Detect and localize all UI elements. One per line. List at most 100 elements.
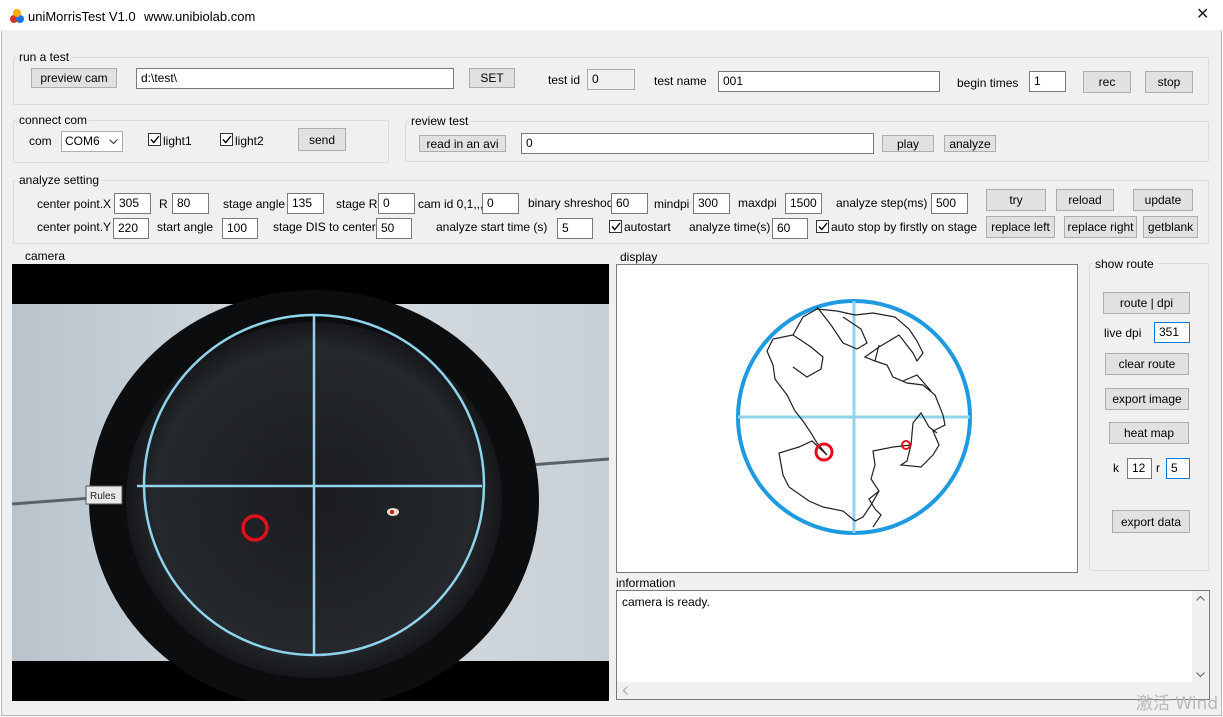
preview-cam-button[interactable]: preview cam [31, 68, 117, 88]
display-label: display [620, 250, 658, 264]
information-label: information [616, 576, 676, 590]
horizontal-scrollbar[interactable] [617, 682, 1209, 699]
scroll-down-icon[interactable] [1196, 672, 1205, 678]
reload-button[interactable]: reload [1056, 189, 1114, 211]
r-input[interactable]: 80 [172, 193, 209, 214]
heat-map-button[interactable]: heat map [1109, 422, 1189, 444]
r-route-label: r [1156, 461, 1160, 475]
r-route-input[interactable]: 5 [1166, 458, 1190, 479]
camera-frame: Rules [12, 290, 609, 701]
scroll-up-icon[interactable] [1196, 595, 1205, 601]
auto-stop-label: auto stop by firstly on stage [831, 220, 978, 234]
path-input[interactable]: d:\test\ [136, 68, 454, 89]
com-select[interactable]: COM6 [61, 131, 123, 152]
connect-com-group-label: connect com [17, 113, 90, 127]
set-button[interactable]: SET [469, 68, 515, 88]
information-text: camera is ready. [622, 595, 710, 609]
center-x-label: center point.X [37, 197, 112, 211]
analyze-time-label: analyze time(s) [689, 220, 771, 234]
center-y-label: center point.Y [37, 220, 112, 234]
information-box[interactable]: camera is ready. [616, 590, 1210, 700]
activation-watermark: 激活 Wind [1136, 694, 1219, 714]
light2-checkbox[interactable] [220, 133, 233, 146]
check-icon [221, 135, 232, 144]
analyze-step-input[interactable]: 500 [931, 193, 968, 214]
stage-angle-input[interactable]: 135 [287, 193, 324, 214]
light1-label: light1 [163, 134, 192, 148]
show-route-group-label: show route [1093, 257, 1156, 271]
avi-path-input[interactable]: 0 [521, 133, 874, 154]
start-angle-label: start angle [157, 220, 214, 234]
analyze-button[interactable]: analyze [944, 135, 996, 152]
test-name-label: test name [654, 74, 707, 88]
vertical-scrollbar[interactable] [1192, 591, 1209, 682]
stage-angle-label: stage angle [223, 197, 286, 211]
begin-times-input[interactable]: 1 [1029, 71, 1066, 92]
try-button[interactable]: try [986, 189, 1046, 211]
stage-dis-input[interactable]: 50 [376, 218, 412, 239]
com-select-value: COM6 [65, 134, 100, 148]
k-input[interactable]: 12 [1127, 458, 1152, 479]
send-button[interactable]: send [298, 128, 346, 151]
live-dpi-label: live dpi [1104, 326, 1142, 340]
route-dpi-button[interactable]: route | dpi [1103, 292, 1190, 314]
stage-r-input[interactable]: 0 [378, 193, 415, 214]
close-icon[interactable]: ✕ [1196, 6, 1209, 24]
stop-button[interactable]: stop [1145, 71, 1193, 93]
review-test-group-label: review test [409, 114, 471, 128]
analyze-start-input[interactable]: 5 [557, 218, 593, 239]
export-image-button[interactable]: export image [1105, 388, 1189, 410]
camera-view[interactable]: Rules [12, 264, 609, 701]
cam-id-label: cam id 0,1,,, [418, 197, 484, 211]
rules-sign-text: Rules [90, 491, 116, 502]
center-y-input[interactable]: 220 [113, 218, 149, 239]
binary-threshold-label: binary shreshod [528, 196, 614, 210]
live-dpi-input[interactable]: 351 [1154, 322, 1190, 343]
begin-times-label: begin times [957, 76, 1019, 90]
autostart-label: autostart [624, 220, 671, 234]
center-x-input[interactable]: 305 [114, 193, 151, 214]
analyze-step-label: analyze step(ms) [836, 196, 928, 210]
analyze-setting-group-label: analyze setting [17, 173, 102, 187]
com-label: com [29, 134, 52, 148]
scroll-left-icon[interactable] [622, 686, 628, 695]
maxdpi-label: maxdpi [738, 196, 777, 210]
display-panel[interactable] [616, 264, 1078, 573]
export-data-button[interactable]: export data [1112, 510, 1190, 533]
maxdpi-input[interactable]: 1500 [785, 193, 822, 214]
mindpi-label: mindpi [654, 197, 690, 211]
analyze-time-input[interactable]: 60 [772, 218, 808, 239]
route-plot [736, 299, 972, 535]
title-bar: uniMorrisTest V1.0 www.unibiolab.com ✕ [0, 0, 1223, 31]
app-icon [10, 9, 24, 23]
analyze-start-label: analyze start time (s) [436, 220, 548, 234]
stage-r-label: stage R [336, 197, 378, 211]
mindpi-input[interactable]: 300 [693, 193, 730, 214]
getblank-button[interactable]: getblank [1143, 216, 1198, 238]
k-label: k [1113, 461, 1119, 475]
test-id-label: test id [548, 73, 581, 87]
rec-button[interactable]: rec [1083, 71, 1131, 93]
light1-checkbox[interactable] [148, 133, 161, 146]
check-icon [610, 222, 621, 231]
replace-left-button[interactable]: replace left [986, 216, 1055, 238]
update-button[interactable]: update [1133, 189, 1193, 211]
window-title: uniMorrisTest V1.0 [28, 9, 136, 24]
cam-id-input[interactable]: 0 [482, 193, 519, 214]
play-button[interactable]: play [882, 135, 934, 152]
website-label: www.unibiolab.com [144, 9, 256, 24]
test-id-field: 0 [587, 69, 635, 90]
auto-stop-checkbox[interactable] [816, 220, 829, 233]
stage-dis-label: stage DIS to center [273, 220, 376, 234]
autostart-checkbox[interactable] [609, 220, 622, 233]
binary-threshold-input[interactable]: 60 [611, 193, 648, 214]
test-name-input[interactable]: 001 [718, 71, 940, 92]
check-icon [817, 222, 828, 231]
light2-label: light2 [235, 134, 264, 148]
r-label: R [159, 197, 168, 211]
clear-route-button[interactable]: clear route [1105, 353, 1189, 375]
start-angle-input[interactable]: 100 [222, 218, 258, 239]
read-avi-button[interactable]: read in an avi [419, 135, 506, 152]
replace-right-button[interactable]: replace right [1064, 216, 1137, 238]
run-test-group-label: run a test [17, 50, 72, 64]
